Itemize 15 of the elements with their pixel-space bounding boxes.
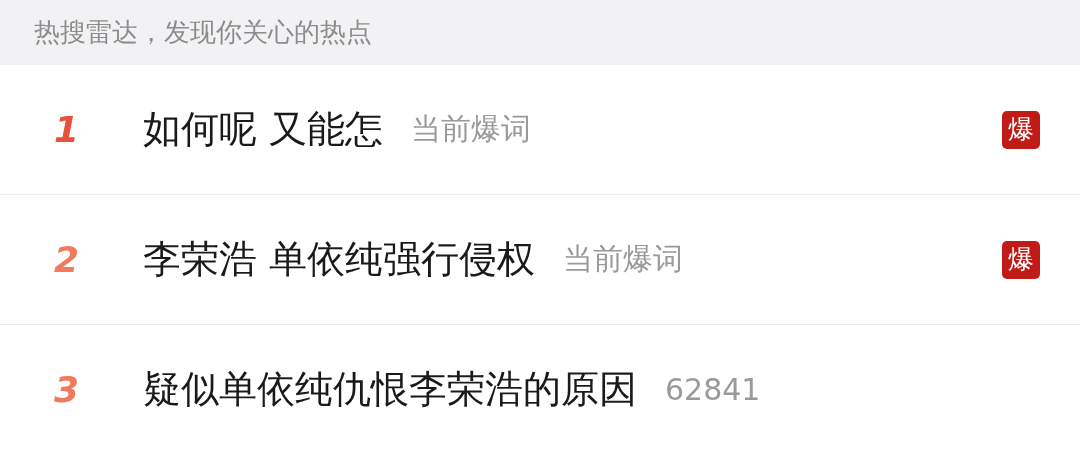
item-title: 李荣浩 单依纯强行侵权	[143, 236, 536, 283]
header-text: 热搜雷达，发现你关心的热点	[34, 16, 372, 49]
item-title: 疑似单依纯仇恨李荣浩的原因	[143, 366, 637, 413]
trending-item[interactable]: 1 如何呢 又能怎 当前爆词 爆	[0, 65, 1080, 195]
item-note: 62841	[665, 372, 761, 407]
rank-number: 3	[54, 369, 81, 410]
rank-number: 1	[54, 109, 81, 150]
item-title: 如何呢 又能怎	[143, 106, 384, 153]
hot-badge: 爆	[1002, 110, 1040, 149]
hot-badge: 爆	[1002, 240, 1040, 279]
item-note: 当前爆词	[563, 240, 684, 278]
rank-number: 2	[54, 239, 81, 280]
trending-item[interactable]: 3 疑似单依纯仇恨李荣浩的原因 62841	[0, 325, 1080, 453]
item-note: 当前爆词	[411, 110, 532, 148]
trending-item[interactable]: 2 李荣浩 单依纯强行侵权 当前爆词 爆	[0, 195, 1080, 325]
